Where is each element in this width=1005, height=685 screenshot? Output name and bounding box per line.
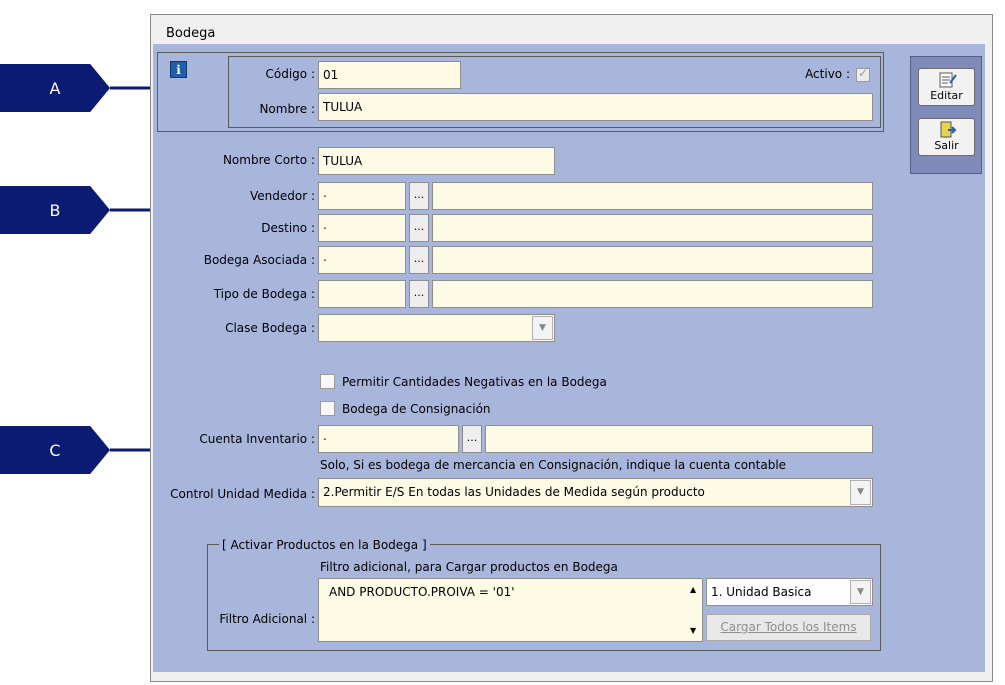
vendedor-code-field[interactable]: . bbox=[318, 182, 406, 210]
textarea-scrollbar[interactable]: ▲ ▼ bbox=[685, 579, 702, 641]
annotation-marker-b: B bbox=[0, 186, 110, 234]
nombre-corto-label: Nombre Corto : bbox=[222, 153, 315, 167]
exit-door-icon bbox=[940, 121, 956, 138]
consignacion-hint: Solo, Si es bodega de mercancia en Consi… bbox=[320, 458, 787, 472]
window-title: Bodega bbox=[166, 26, 216, 41]
unidad-dropdown-button[interactable]: ▼ bbox=[850, 580, 871, 604]
destino-name-field[interactable] bbox=[432, 214, 873, 242]
clase-bodega-label: Clase Bodega : bbox=[225, 321, 315, 335]
cargar-todos-label: Cargar Todos los Items bbox=[720, 620, 857, 634]
scroll-down-icon[interactable]: ▼ bbox=[690, 626, 696, 635]
title-bar bbox=[151, 15, 992, 45]
tipo-bodega-code-field[interactable] bbox=[318, 280, 406, 308]
cuenta-inventario-name-field[interactable] bbox=[485, 425, 873, 453]
info-icon[interactable]: i bbox=[170, 61, 187, 78]
control-unidad-dropdown-button[interactable]: ▼ bbox=[850, 480, 871, 505]
salir-label: Salir bbox=[934, 139, 959, 152]
productos-group-title: [ Activar Productos en la Bodega ] bbox=[219, 538, 430, 552]
vendedor-lookup-button[interactable]: ... bbox=[409, 182, 429, 210]
annotation-marker-a: A bbox=[0, 64, 110, 112]
clase-bodega-select[interactable] bbox=[318, 314, 555, 342]
activo-checkbox[interactable]: ✓ bbox=[856, 66, 870, 82]
cuenta-inventario-label: Cuenta Inventario : bbox=[199, 432, 315, 446]
activo-label: Activo : bbox=[805, 67, 850, 81]
unidad-select[interactable]: 1. Unidad Basica bbox=[706, 578, 873, 606]
cuenta-inventario-code-field[interactable]: . bbox=[318, 425, 459, 453]
annotation-marker-c: C bbox=[0, 426, 110, 474]
edit-document-icon bbox=[939, 72, 957, 88]
checkmark-icon: ✓ bbox=[858, 66, 869, 80]
annotation-b-label: B bbox=[49, 200, 61, 220]
tipo-bodega-label: Tipo de Bodega : bbox=[213, 287, 315, 301]
vendedor-name-field[interactable] bbox=[432, 182, 873, 210]
control-unidad-label: Control Unidad Medida : bbox=[170, 487, 315, 501]
filtro-adicional-text: AND PRODUCTO.PROIVA = '01' bbox=[329, 585, 515, 599]
clase-bodega-dropdown-button[interactable]: ▼ bbox=[532, 316, 553, 340]
editar-label: Editar bbox=[930, 89, 963, 102]
chevron-down-icon: ▼ bbox=[539, 323, 546, 333]
cargar-todos-button[interactable]: Cargar Todos los Items bbox=[706, 614, 871, 641]
tipo-bodega-lookup-button[interactable]: ... bbox=[409, 280, 429, 308]
chevron-down-icon: ▼ bbox=[857, 487, 864, 497]
bodega-asociada-code-field[interactable]: . bbox=[318, 246, 406, 274]
annotation-c-label: C bbox=[49, 440, 61, 460]
bodega-asociada-label: Bodega Asociada : bbox=[203, 253, 315, 267]
consignacion-checkbox[interactable] bbox=[320, 401, 335, 416]
tipo-bodega-name-field[interactable] bbox=[432, 280, 873, 308]
nombre-label: Nombre : bbox=[259, 102, 315, 116]
codigo-label: Código : bbox=[265, 67, 316, 81]
filtro-adicional-label: Filtro Adicional : bbox=[219, 612, 315, 626]
scroll-up-icon[interactable]: ▲ bbox=[690, 585, 696, 594]
permitir-negativas-checkbox[interactable] bbox=[320, 374, 335, 389]
bodega-asociada-name-field[interactable] bbox=[432, 246, 873, 274]
filtro-adicional-textarea[interactable]: AND PRODUCTO.PROIVA = '01' ▲ ▼ bbox=[318, 578, 703, 642]
permitir-negativas-label: Permitir Cantidades Negativas en la Bode… bbox=[342, 375, 607, 389]
control-unidad-select[interactable]: 2.Permitir E/S En todas las Unidades de … bbox=[318, 478, 873, 507]
filtro-hint: Filtro adicional, para Cargar productos … bbox=[320, 560, 618, 574]
nombre-corto-field[interactable]: TULUA bbox=[318, 147, 555, 175]
destino-label: Destino : bbox=[261, 221, 315, 235]
annotation-a-label: A bbox=[49, 78, 61, 98]
cuenta-inventario-lookup-button[interactable]: ... bbox=[462, 425, 482, 453]
editar-button[interactable]: Editar bbox=[918, 68, 975, 106]
codigo-field[interactable]: 01 bbox=[318, 61, 461, 89]
nombre-field[interactable]: TULUA bbox=[318, 93, 873, 121]
chevron-down-icon: ▼ bbox=[857, 587, 864, 597]
bodega-asociada-lookup-button[interactable]: ... bbox=[409, 246, 429, 274]
vendedor-label: Vendedor : bbox=[249, 189, 315, 203]
destino-lookup-button[interactable]: ... bbox=[409, 214, 429, 242]
salir-button[interactable]: Salir bbox=[918, 118, 975, 156]
destino-code-field[interactable]: . bbox=[318, 214, 406, 242]
consignacion-label: Bodega de Consignación bbox=[342, 402, 491, 416]
